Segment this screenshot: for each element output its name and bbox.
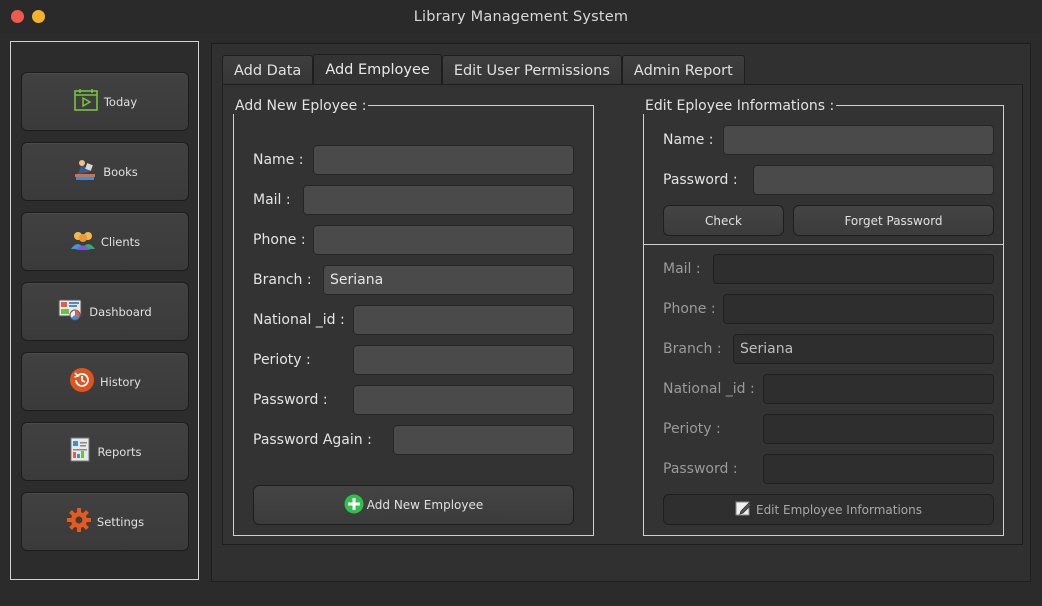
edit-password-input[interactable]: [753, 165, 994, 195]
password-again-input[interactable]: [393, 425, 574, 455]
people-icon: [70, 229, 101, 254]
edit-name-input[interactable]: [723, 125, 994, 155]
add-new-employee-button[interactable]: Add New Employee: [253, 485, 574, 525]
password-label: Password :: [253, 392, 328, 408]
edit-employee-group-title: Edit Eployee Informations :: [643, 98, 837, 114]
check-button[interactable]: Check: [663, 205, 784, 236]
sidebar-item-settings[interactable]: Settings: [21, 492, 189, 551]
edit-employee-informations-button[interactable]: Edit Employee Informations: [663, 494, 994, 525]
dashboard-icon: [58, 298, 89, 325]
national-id-label: National _id :: [253, 312, 345, 328]
edit-mail-label: Mail :: [663, 261, 701, 277]
tab-add-data[interactable]: Add Data: [222, 55, 314, 84]
add-employee-group-title: Add New Eployee :: [233, 98, 369, 114]
forget-password-button[interactable]: Forget Password: [793, 205, 994, 236]
sidebar: Today Books Clients Dashboard History Re…: [10, 41, 199, 580]
sidebar-item-clients[interactable]: Clients: [21, 212, 189, 271]
mail-label: Mail :: [253, 192, 291, 208]
branch-label: Branch :: [253, 272, 312, 288]
sidebar-item-label: Clients: [100, 234, 141, 249]
reports-icon: [68, 437, 97, 466]
edit-national-id-label: National _id :: [663, 381, 755, 397]
edit-password-label: Password :: [663, 172, 738, 188]
edit-password2-input[interactable]: [763, 454, 994, 484]
edit-branch-select[interactable]: Seriana: [733, 334, 994, 364]
edit-phone-input[interactable]: [723, 294, 994, 324]
history-icon: [69, 367, 100, 396]
edit-periority-input[interactable]: [763, 414, 994, 444]
add-circle-icon: [344, 494, 367, 517]
tab-edit-user-permissions[interactable]: Edit User Permissions: [441, 55, 622, 84]
gear-icon: [66, 507, 97, 536]
add-new-employee-label: Add New Employee: [366, 498, 484, 512]
edit-periority-label: Perioty :: [663, 421, 721, 437]
tab-admin-report[interactable]: Admin Report: [621, 55, 745, 84]
edit-branch-label: Branch :: [663, 341, 722, 357]
phone-label: Phone :: [253, 232, 306, 248]
edit-password2-label: Password :: [663, 461, 738, 477]
tab-add-employee[interactable]: Add Employee: [313, 54, 442, 85]
periority-label: Perioty :: [253, 352, 311, 368]
edit-phone-label: Phone :: [663, 301, 716, 317]
periority-input[interactable]: [353, 345, 574, 375]
sidebar-item-books[interactable]: Books: [21, 142, 189, 201]
tab-bar: Add Data Add Employee Edit User Permissi…: [222, 54, 745, 85]
edit-name-label: Name :: [663, 132, 714, 148]
mail-input[interactable]: [303, 185, 574, 215]
sidebar-item-label: Books: [103, 164, 138, 179]
sidebar-item-label: Settings: [96, 514, 145, 529]
sidebar-item-today[interactable]: Today: [21, 72, 189, 131]
edit-mail-input[interactable]: [713, 254, 994, 284]
title-bar: Library Management System: [0, 0, 1042, 34]
phone-input[interactable]: [313, 225, 574, 255]
sidebar-item-reports[interactable]: Reports: [21, 422, 189, 481]
sidebar-item-label: Dashboard: [89, 304, 152, 319]
window-title: Library Management System: [413, 9, 629, 25]
edit-national-id-input[interactable]: [763, 374, 994, 404]
sidebar-item-label: Today: [103, 94, 138, 109]
sidebar-item-dashboard[interactable]: Dashboard: [21, 282, 189, 341]
books-reader-icon: [72, 158, 103, 185]
edit-pencil-icon: [735, 500, 756, 519]
edit-employee-informations-label: Edit Employee Informations: [755, 502, 922, 517]
name-input[interactable]: [313, 145, 574, 175]
branch-select[interactable]: Seriana: [323, 265, 574, 295]
sidebar-item-label: Reports: [97, 444, 142, 459]
sidebar-item-label: History: [100, 374, 141, 389]
password-input[interactable]: [353, 385, 574, 415]
sidebar-item-history[interactable]: History: [21, 352, 189, 411]
password-again-label: Password Again :: [253, 432, 372, 448]
calendar-play-icon: [73, 87, 104, 116]
section-divider: [643, 244, 1004, 245]
national-id-input[interactable]: [353, 305, 574, 335]
name-label: Name :: [253, 152, 304, 168]
